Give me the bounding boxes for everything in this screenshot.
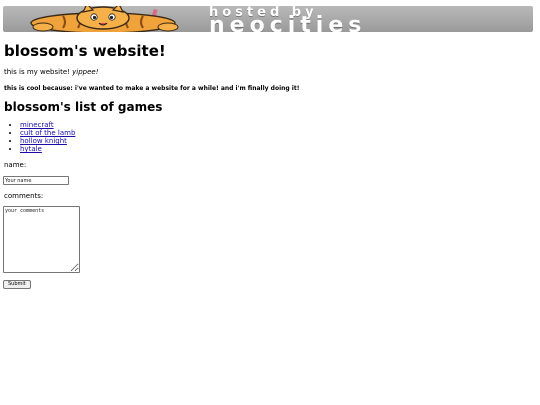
page: hosted by neocities blossom's website! t… — [0, 0, 540, 405]
name-label: name: — [4, 161, 27, 169]
list-item: hytale — [20, 145, 75, 153]
list-item: hollow knight — [20, 137, 75, 145]
comments-label: comments: — [4, 192, 44, 200]
games-list: minecraft cult of the lamb hollow knight… — [10, 121, 75, 153]
comments-textarea[interactable] — [3, 206, 80, 273]
game-link-hytale[interactable]: hytale — [20, 145, 42, 153]
intro-prefix: this is my website! — [4, 68, 73, 76]
list-item: cult of the lamb — [20, 129, 75, 137]
banner-text: hosted by neocities — [207, 6, 533, 32]
games-heading: blossom's list of games — [4, 100, 163, 114]
submit-button[interactable]: Submit — [3, 280, 31, 289]
cool-because-text: this is cool because: i've wanted to mak… — [4, 85, 300, 92]
neocities-banner[interactable]: hosted by neocities — [3, 6, 533, 32]
game-link-cult-of-the-lamb[interactable]: cult of the lamb — [20, 129, 75, 137]
neocities-cat-logo — [30, 6, 179, 32]
game-link-minecraft[interactable]: minecraft — [20, 121, 54, 129]
intro-text: this is my website! yippee! — [4, 68, 99, 76]
game-link-hollow-knight[interactable]: hollow knight — [20, 137, 67, 145]
intro-emphasis: yippee! — [72, 68, 99, 76]
page-title: blossom's website! — [4, 42, 166, 60]
neocities-wordmark: neocities — [209, 13, 367, 32]
list-item: minecraft — [20, 121, 75, 129]
name-input[interactable] — [3, 176, 69, 185]
